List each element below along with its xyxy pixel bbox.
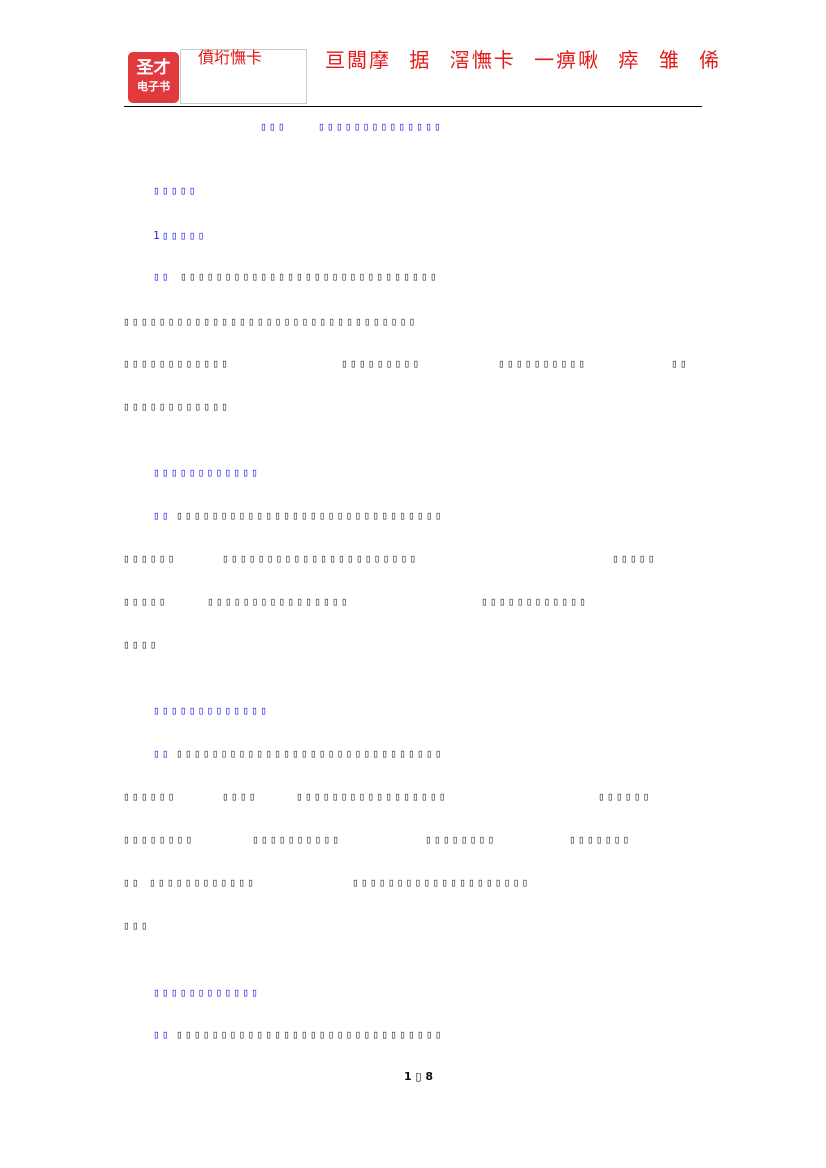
paragraph-text: ▯▯▯▯▯▯▯▯▯▯▯▯▯▯▯▯▯▯▯▯▯▯ bbox=[222, 552, 419, 565]
paragraph-text: ▯▯▯▯▯▯▯▯▯▯▯▯▯▯▯▯▯▯▯▯▯▯▯▯▯▯▯▯▯▯ bbox=[176, 509, 444, 522]
heading-text: ▯▯▯▯▯▯▯▯▯▯▯▯ bbox=[153, 466, 261, 479]
heading-text: ▯▯ bbox=[153, 747, 171, 760]
paragraph-text: ▯▯▯▯▯▯▯ bbox=[569, 833, 632, 846]
heading-text: ▯▯ bbox=[153, 1028, 171, 1041]
paragraph-text: ▯▯▯▯▯▯▯▯ bbox=[123, 833, 195, 846]
header-small-title: 僨垳憮卡 bbox=[198, 48, 263, 67]
paragraph-text: ▯▯▯▯▯▯▯▯▯▯▯▯ bbox=[481, 595, 589, 608]
paragraph-text: ▯▯▯▯▯▯▯▯▯▯▯▯ bbox=[149, 876, 257, 889]
paragraph-text: ▯▯▯▯▯▯ bbox=[598, 790, 652, 803]
paragraph-text: ▯▯▯▯▯▯▯▯▯▯▯▯▯▯▯▯▯▯▯▯ bbox=[352, 876, 531, 889]
paragraph-text: ▯▯▯▯ bbox=[222, 790, 258, 803]
heading-text: ▯▯▯ bbox=[260, 120, 287, 133]
paragraph-text: ▯▯▯▯▯▯▯▯▯▯▯▯ bbox=[123, 400, 231, 413]
heading-text: ▯▯▯▯▯▯▯▯▯▯▯▯ bbox=[153, 986, 261, 999]
heading-text: ▯▯▯▯▯ bbox=[153, 184, 198, 197]
paragraph-text: ▯▯▯▯ bbox=[123, 638, 159, 651]
header-divider bbox=[124, 106, 702, 107]
paragraph-text: ▯▯▯▯▯▯▯▯▯ bbox=[341, 357, 422, 370]
paragraph-text: ▯▯▯ bbox=[123, 919, 150, 932]
paragraph-text: ▯▯▯▯▯▯▯▯▯▯ bbox=[498, 357, 588, 370]
paragraph-text: ▯▯▯▯▯▯▯▯▯▯▯▯▯▯▯▯▯▯▯▯▯▯▯▯▯▯▯▯▯▯ bbox=[176, 1028, 444, 1041]
heading-text: ▯▯ bbox=[153, 270, 171, 283]
heading-text: 1▯▯▯▯▯ bbox=[153, 229, 207, 242]
paragraph-text: ▯▯▯▯▯▯▯▯▯▯▯▯▯▯▯▯▯▯▯▯▯▯▯▯▯▯▯▯▯▯▯▯▯ bbox=[123, 315, 418, 328]
paragraph-text: ▯▯▯▯▯▯▯▯▯▯▯▯▯▯▯▯▯▯▯▯▯▯▯▯▯▯▯▯▯ bbox=[180, 270, 439, 283]
page-number: 1 ▯ 8 bbox=[404, 1070, 434, 1083]
logo-text: 圣才 bbox=[136, 58, 171, 78]
paragraph-text: ▯▯▯▯▯ bbox=[123, 595, 168, 608]
paragraph-text: ▯▯▯▯▯▯▯▯ bbox=[425, 833, 497, 846]
logo-subtext: 电子书 bbox=[137, 80, 170, 93]
paragraph-text: ▯▯▯▯▯▯▯▯▯▯▯▯▯▯▯▯▯▯▯▯▯▯▯▯▯▯▯▯▯▯ bbox=[176, 747, 444, 760]
heading-text: ▯▯▯▯▯▯▯▯▯▯▯▯▯ bbox=[153, 704, 269, 717]
paragraph-text: ▯▯▯▯▯▯ bbox=[123, 790, 177, 803]
paragraph-text: ▯▯ bbox=[123, 876, 141, 889]
header-title: 亘闆摩 据 滘憮卡 一痹啾 瘁 雏 俙 bbox=[325, 48, 722, 72]
paragraph-text: ▯▯▯▯▯ bbox=[612, 552, 657, 565]
paragraph-text: ▯▯▯▯▯▯▯▯▯▯▯▯▯▯▯▯ bbox=[207, 595, 350, 608]
paragraph-text: ▯▯ bbox=[671, 357, 689, 370]
heading-text: ▯▯▯▯▯▯▯▯▯▯▯▯▯▯ bbox=[318, 120, 443, 133]
paragraph-text: ▯▯▯▯▯▯▯▯▯▯▯▯▯▯▯▯▯ bbox=[296, 790, 448, 803]
logo: 圣才 电子书 bbox=[128, 52, 179, 103]
paragraph-text: ▯▯▯▯▯▯ bbox=[123, 552, 177, 565]
heading-text: ▯▯ bbox=[153, 509, 171, 522]
paragraph-text: ▯▯▯▯▯▯▯▯▯▯▯▯ bbox=[123, 357, 231, 370]
paragraph-text: ▯▯▯▯▯▯▯▯▯▯ bbox=[252, 833, 342, 846]
